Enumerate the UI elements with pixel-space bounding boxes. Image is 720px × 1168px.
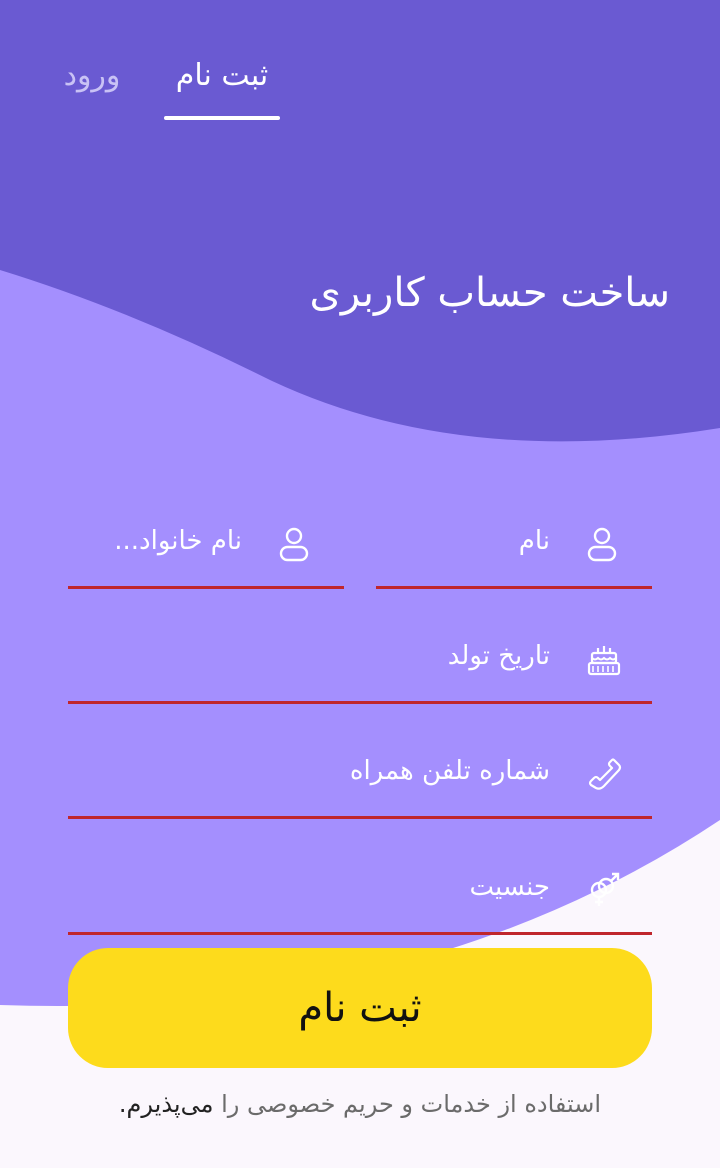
tab-login[interactable]: ورود: [52, 58, 132, 93]
terms-text: استفاده از خدمات و حریم خصوصی را می‌پذیر…: [0, 1090, 720, 1118]
birth-date-field[interactable]: تاریخ تولد: [68, 615, 652, 704]
first-name-label: نام: [518, 526, 550, 556]
phone-label: شماره تلفن همراه: [349, 756, 550, 786]
first-name-field[interactable]: نام: [376, 500, 652, 589]
gender-label: جنسیت: [469, 872, 551, 902]
user-icon: [587, 527, 617, 562]
last-name-label: نام خانواد...: [114, 526, 242, 556]
birth-date-label: تاریخ تولد: [447, 641, 550, 671]
phone-field[interactable]: شماره تلفن همراه: [68, 730, 652, 819]
last-name-field[interactable]: نام خانواد...: [68, 500, 344, 589]
tab-underline: [164, 116, 280, 120]
user-icon: [279, 527, 309, 562]
tab-register[interactable]: ثبت نام: [164, 58, 280, 93]
phone-icon: [588, 758, 622, 790]
tab-bar: ثبت نام ورود: [0, 58, 720, 128]
terms-text-body: استفاده از خدمات و حریم خصوصی را: [213, 1090, 602, 1118]
submit-button[interactable]: ثبت نام: [68, 948, 652, 1068]
gender-field[interactable]: جنسیت: [68, 846, 652, 935]
page-title: ساخت حساب کاربری: [309, 270, 670, 316]
gender-icon: [590, 872, 620, 906]
terms-accept-link[interactable]: می‌پذیرم.: [119, 1090, 214, 1118]
cake-icon: [587, 646, 621, 676]
